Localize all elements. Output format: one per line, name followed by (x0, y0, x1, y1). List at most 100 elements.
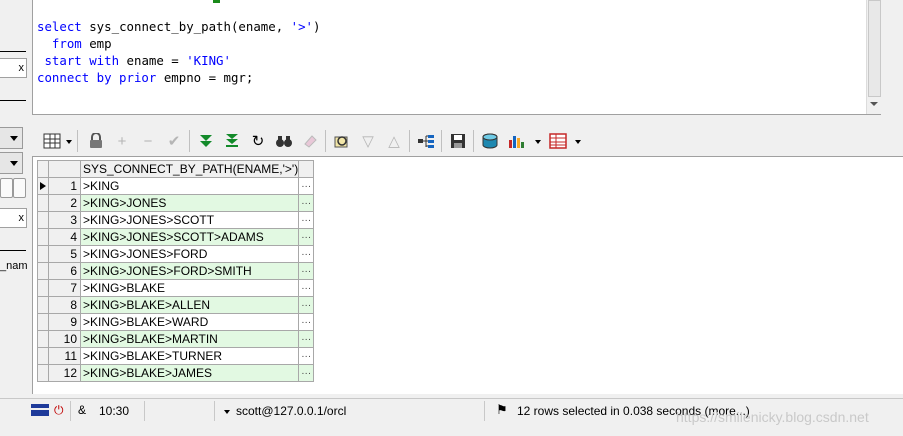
chevron-down-icon[interactable] (535, 140, 541, 144)
row-indicator[interactable] (37, 330, 49, 348)
code-line[interactable]: select sys_connect_by_path(ename, '>') (37, 18, 321, 35)
close-icon[interactable]: x (19, 59, 25, 77)
path-cell[interactable]: >KING>JONES>FORD>SMITH (79, 262, 300, 280)
row-indicator[interactable] (37, 245, 49, 263)
row-indicator[interactable] (37, 262, 49, 280)
chevron-down-icon[interactable] (575, 140, 581, 144)
row-number[interactable]: 3 (48, 211, 81, 229)
table-row[interactable]: 2 >KING>JONES ··· (37, 194, 315, 212)
sidebar-dropdown[interactable] (0, 127, 23, 149)
sidebar-button[interactable] (0, 178, 13, 198)
cell-ellipsis-button[interactable]: ··· (298, 194, 315, 212)
cell-ellipsis-button[interactable]: ··· (298, 279, 315, 297)
cell-ellipsis-button[interactable]: ··· (298, 211, 315, 229)
cell-ellipsis-button[interactable]: ··· (298, 245, 315, 263)
scroll-down-icon[interactable] (870, 102, 878, 106)
row-number[interactable]: 4 (48, 228, 81, 246)
cell-ellipsis-button[interactable]: ··· (298, 364, 315, 382)
row-number[interactable]: 9 (48, 313, 81, 331)
save-icon[interactable] (447, 130, 469, 152)
sidebar-tab[interactable]: x (0, 58, 27, 78)
cell-ellipsis-button[interactable]: ··· (298, 347, 315, 365)
cell-ellipsis-button[interactable]: ··· (298, 313, 315, 331)
table-row[interactable]: 6 >KING>JONES>FORD>SMITH ··· (37, 262, 315, 280)
table-row[interactable]: 9 >KING>BLAKE>WARD ··· (37, 313, 315, 331)
chevron-down-icon[interactable] (66, 140, 72, 144)
table-view-icon[interactable] (547, 130, 569, 152)
table-row[interactable]: 3 >KING>JONES>SCOTT ··· (37, 211, 315, 229)
path-cell[interactable]: >KING>BLAKE>TURNER (79, 347, 300, 365)
row-indicator[interactable] (37, 296, 49, 314)
path-cell[interactable]: >KING>JONES (79, 194, 300, 212)
table-row[interactable]: 11 >KING>BLAKE>TURNER ··· (37, 347, 315, 365)
code-line[interactable]: start with ename = 'KING' (37, 52, 321, 69)
query-by-example-icon[interactable] (331, 130, 353, 152)
editor-scrollbar[interactable] (866, 0, 881, 114)
table-row[interactable]: 7 >KING>BLAKE ··· (37, 279, 315, 297)
sql-code[interactable]: select sys_connect_by_path(ename, '>') f… (37, 18, 321, 86)
table-row[interactable]: 10 >KING>BLAKE>MARTIN ··· (37, 330, 315, 348)
sidebar-button[interactable] (13, 178, 26, 198)
grid-select-icon[interactable] (41, 130, 63, 152)
path-cell[interactable]: >KING (79, 177, 300, 195)
row-number[interactable]: 6 (48, 262, 81, 280)
table-row[interactable]: 1 >KING ··· (37, 177, 315, 195)
row-number[interactable]: 8 (48, 296, 81, 314)
table-row[interactable]: 5 >KING>JONES>FORD ··· (37, 245, 315, 263)
row-indicator[interactable] (37, 347, 49, 365)
cell-ellipsis-button[interactable]: ··· (298, 330, 315, 348)
chevron-down-icon[interactable] (224, 410, 230, 414)
cell-ellipsis-button[interactable]: ··· (298, 177, 315, 195)
row-number[interactable]: 10 (48, 330, 81, 348)
sidebar-tab[interactable]: x (0, 208, 27, 228)
connection-label[interactable]: scott@127.0.0.1/orcl (236, 404, 346, 418)
scrollbar-thumb[interactable] (868, 0, 881, 97)
plan-tree-icon[interactable] (415, 130, 437, 152)
row-indicator[interactable] (37, 228, 49, 246)
export-db-icon[interactable] (479, 130, 501, 152)
fetch-last-icon[interactable] (221, 130, 243, 152)
row-indicator[interactable] (37, 313, 49, 331)
row-number[interactable]: 11 (48, 347, 81, 365)
search-binoculars-icon[interactable] (273, 130, 295, 152)
path-cell[interactable]: >KING>BLAKE>WARD (79, 313, 300, 331)
close-icon[interactable]: x (19, 209, 25, 227)
code-line[interactable]: connect by prior empno = mgr; (37, 69, 321, 86)
path-cell[interactable]: >KING>BLAKE>MARTIN (79, 330, 300, 348)
sidebar-dropdown[interactable] (0, 152, 23, 174)
cell-ellipsis-button[interactable]: ··· (298, 228, 315, 246)
row-indicator[interactable] (37, 194, 49, 212)
path-cell[interactable]: >KING>BLAKE (79, 279, 300, 297)
row-number[interactable]: 12 (48, 364, 81, 382)
table-row[interactable]: 4 >KING>JONES>SCOTT>ADAMS ··· (37, 228, 315, 246)
path-cell[interactable]: >KING>BLAKE>JAMES (79, 364, 300, 382)
sql-editor[interactable]: select sys_connect_by_path(ename, '>') f… (32, 0, 881, 115)
path-cell[interactable]: >KING>JONES>SCOTT>ADAMS (79, 228, 300, 246)
row-number[interactable]: 2 (48, 194, 81, 212)
path-cell[interactable]: >KING>JONES>FORD (79, 245, 300, 263)
cell-ellipsis-button[interactable]: ··· (298, 262, 315, 280)
row-indicator[interactable] (37, 364, 49, 382)
path-cell[interactable]: >KING>BLAKE>ALLEN (79, 296, 300, 314)
row-indicator[interactable] (37, 177, 49, 195)
refresh-icon[interactable]: ↻ (247, 130, 269, 152)
fetch-next-icon[interactable] (195, 130, 217, 152)
add-row-icon[interactable]: + (111, 130, 133, 152)
table-row[interactable]: 8 >KING>BLAKE>ALLEN ··· (37, 296, 315, 314)
chart-icon[interactable] (505, 130, 527, 152)
table-row[interactable]: 12 >KING>BLAKE>JAMES ··· (37, 364, 315, 382)
clear-eraser-icon[interactable] (299, 130, 321, 152)
lock-icon[interactable] (85, 130, 107, 152)
column-header[interactable]: SYS_CONNECT_BY_PATH(ENAME,'>') (79, 160, 300, 178)
code-line[interactable]: from emp (37, 35, 321, 52)
filter-up-icon[interactable]: △ (383, 130, 405, 152)
row-indicator[interactable] (37, 211, 49, 229)
path-cell[interactable]: >KING>JONES>SCOTT (79, 211, 300, 229)
delete-row-icon[interactable]: − (137, 130, 159, 152)
cell-ellipsis-button[interactable]: ··· (298, 296, 315, 314)
post-check-icon[interactable]: ✔ (163, 130, 185, 152)
row-number[interactable]: 7 (48, 279, 81, 297)
row-number[interactable]: 1 (48, 177, 81, 195)
row-number[interactable]: 5 (48, 245, 81, 263)
row-indicator[interactable] (37, 279, 49, 297)
